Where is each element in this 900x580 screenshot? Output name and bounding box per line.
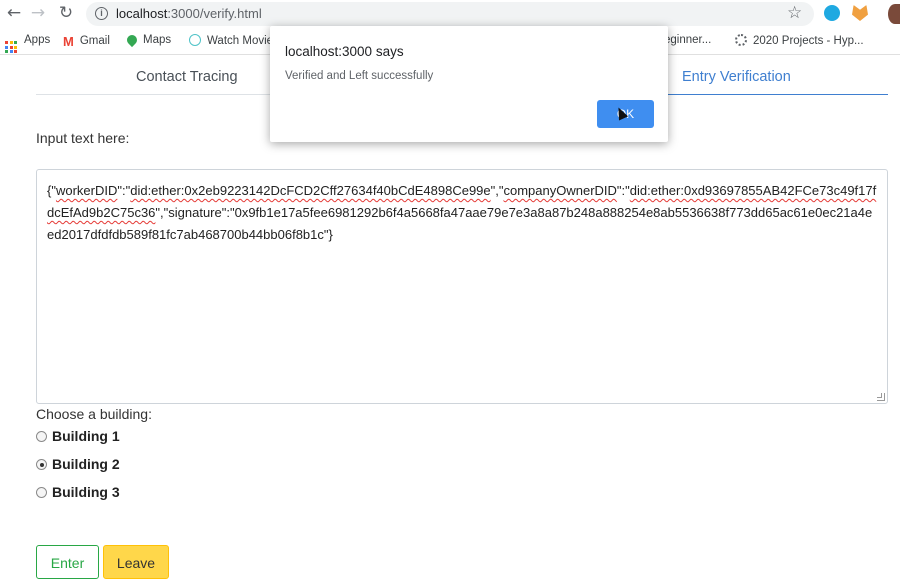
bookmark-beginner[interactable]: eginner... [664, 34, 711, 46]
maps-icon [124, 32, 140, 48]
info-icon[interactable]: i [95, 7, 108, 20]
building-1-label[interactable]: Building 1 [52, 428, 120, 444]
input-label: Input text here: [36, 130, 130, 146]
radio-building-3[interactable] [36, 487, 47, 498]
building-label: Choose a building: [36, 406, 152, 422]
apps-grid-icon [5, 41, 17, 53]
leave-button[interactable]: Leave [103, 545, 169, 579]
alert-dialog: localhost:3000 says Verified and Left su… [270, 26, 668, 142]
browser-toolbar: ← → ↻ i localhost:3000/verify.html ☆ [0, 0, 900, 28]
resize-grip-icon[interactable] [877, 393, 885, 401]
gmail-icon: M [63, 34, 74, 49]
reload-icon[interactable]: ↻ [56, 3, 76, 23]
back-icon[interactable]: ← [4, 3, 24, 23]
radio-building-1[interactable] [36, 431, 47, 442]
enter-button[interactable]: Enter [36, 545, 99, 579]
radio-building-2[interactable] [36, 459, 47, 470]
bookmark-apps[interactable]: Apps [5, 34, 50, 53]
gear-icon [735, 34, 747, 46]
metamask-extension-icon[interactable] [852, 5, 868, 21]
credential-text[interactable]: {"workerDID":"did:ether:0x2eb9223142DcFC… [47, 180, 877, 246]
active-tab-indicator [656, 94, 888, 95]
bookmark-star-icon[interactable]: ☆ [787, 3, 802, 23]
bookmark-watch-movie[interactable]: Watch Movie [189, 34, 273, 47]
building-2-label[interactable]: Building 2 [52, 456, 120, 472]
tab-entry-verification[interactable]: Entry Verification [682, 69, 791, 85]
watch-movie-icon [189, 34, 201, 46]
credential-textarea[interactable]: {"workerDID":"did:ether:0x2eb9223142DcFC… [36, 169, 888, 404]
dialog-message: Verified and Left successfully [285, 70, 434, 82]
skype-extension-icon[interactable] [824, 5, 840, 21]
tab-contact-tracing[interactable]: Contact Tracing [136, 69, 238, 85]
dialog-title: localhost:3000 says [285, 44, 404, 59]
forward-icon[interactable]: → [28, 3, 48, 23]
url-text[interactable]: localhost:3000/verify.html [116, 6, 262, 21]
profile-avatar[interactable] [888, 4, 900, 24]
building-3-label[interactable]: Building 3 [52, 484, 120, 500]
address-bar[interactable]: i localhost:3000/verify.html [86, 2, 814, 26]
bookmark-2020-projects[interactable]: 2020 Projects - Hyp... [735, 34, 864, 47]
bookmark-maps[interactable]: Maps [124, 32, 171, 48]
bookmark-gmail[interactable]: M Gmail [63, 34, 110, 49]
